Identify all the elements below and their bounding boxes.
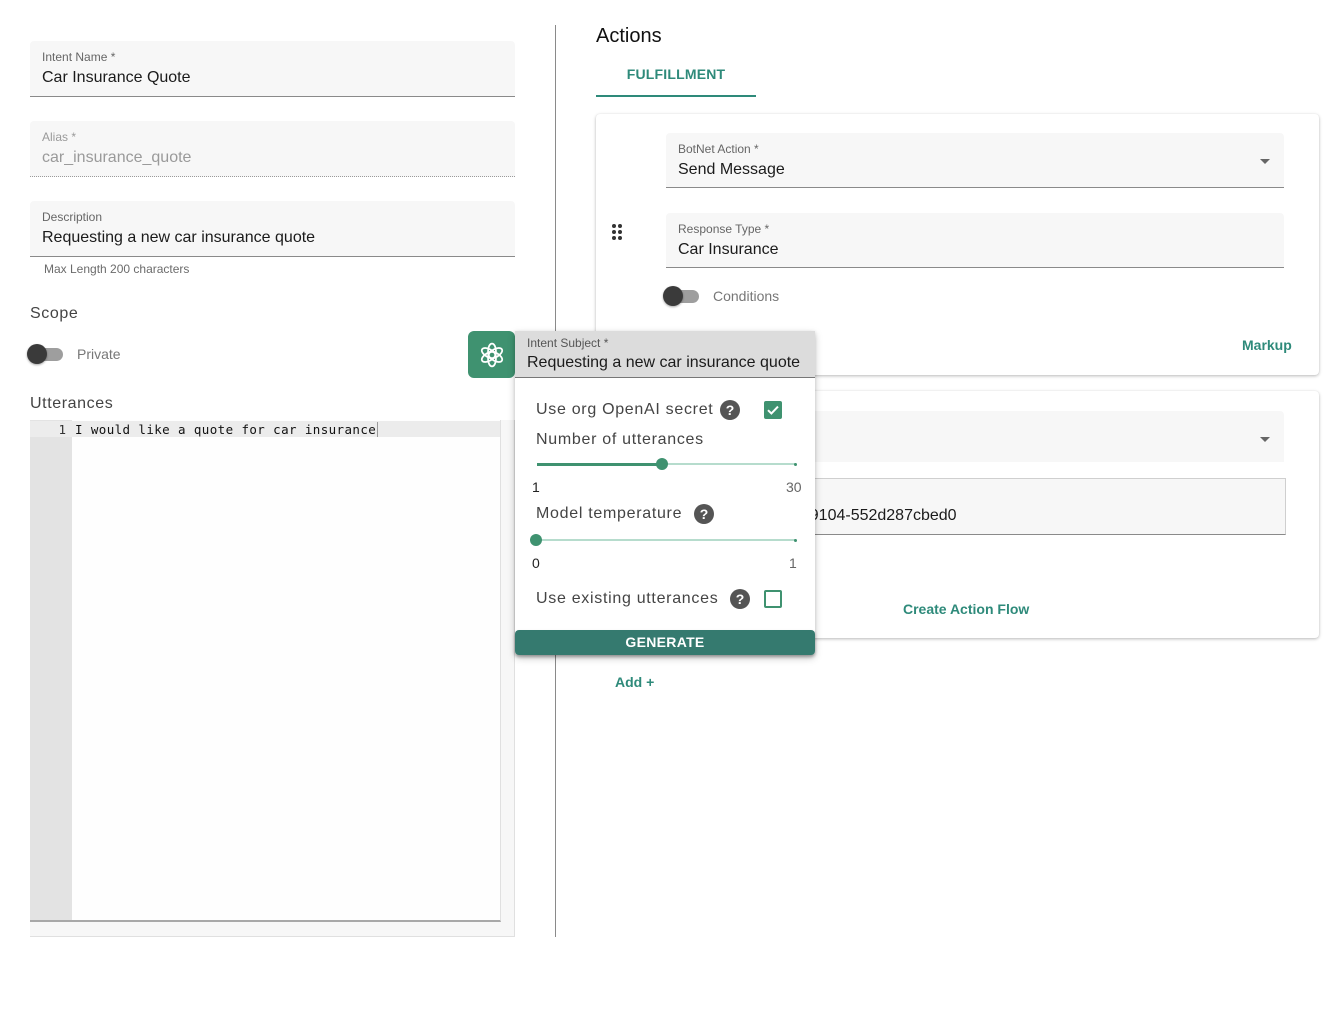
openai-generate-button[interactable] xyxy=(468,331,515,378)
editor-line[interactable]: 1 I would like a quote for car insurance xyxy=(30,421,500,437)
alias-value: car_insurance_quote xyxy=(42,149,192,166)
generate-button[interactable]: GENERATE xyxy=(515,630,815,655)
temperature-min: 0 xyxy=(532,555,540,571)
temperature-label: Model temperature xyxy=(536,505,683,522)
openai-logo-icon xyxy=(480,342,503,367)
utterance-generator-popover: Intent Subject * Requesting a new car in… xyxy=(515,331,815,655)
intent-name-label: Intent Name * xyxy=(42,50,116,64)
slider-end-tick xyxy=(794,462,797,466)
description-value[interactable]: Requesting a new car insurance quote xyxy=(42,229,315,247)
intent-name-field[interactable]: Intent Name * Car Insurance Quote xyxy=(30,41,515,97)
use-org-secret-label: Use org OpenAI secret xyxy=(536,401,714,418)
slider-end-tick xyxy=(794,538,797,542)
conditions-label: Conditions xyxy=(713,288,780,304)
utterances-editor-container: 1 I would like a quote for car insurance xyxy=(30,420,515,937)
slider-thumb[interactable] xyxy=(656,458,669,470)
alias-field: Alias * car_insurance_quote xyxy=(30,121,515,177)
text-cursor xyxy=(377,422,379,437)
tab-fulfillment[interactable]: FULFILLMENT xyxy=(596,55,756,97)
description-helper-text: Max Length 200 characters xyxy=(44,262,190,276)
temperature-slider[interactable] xyxy=(530,533,797,547)
tab-active-indicator xyxy=(596,95,756,97)
slider-fill xyxy=(537,462,663,466)
botnet-action-value: Send Message xyxy=(678,161,785,178)
num-utterances-slider[interactable] xyxy=(537,457,797,471)
slider-thumb[interactable] xyxy=(530,534,542,546)
botnet-action-select[interactable]: BotNet Action * Send Message xyxy=(666,133,1284,188)
use-existing-label: Use existing utterances xyxy=(536,590,719,607)
num-utterances-min: 1 xyxy=(532,479,540,495)
slider-rail xyxy=(536,539,796,541)
help-icon[interactable]: ? xyxy=(730,589,750,609)
description-field[interactable]: Description Requesting a new car insuran… xyxy=(30,201,515,257)
response-type-value: Car Insurance xyxy=(678,241,779,258)
actions-title: Actions xyxy=(596,25,662,47)
checkmark-icon xyxy=(767,405,779,415)
use-existing-checkbox[interactable] xyxy=(764,590,782,608)
editor-gutter xyxy=(30,420,72,920)
scope-private-label: Private xyxy=(77,346,121,362)
intent-subject-field[interactable]: Intent Subject * Requesting a new car in… xyxy=(515,331,815,378)
line-text[interactable]: I would like a quote for car insurance xyxy=(75,422,379,438)
add-action-button[interactable]: Add + xyxy=(615,674,654,690)
tab-fulfillment-label: FULFILLMENT xyxy=(626,66,726,82)
toggle-thumb xyxy=(663,286,683,306)
create-action-flow-button[interactable]: Create Action Flow xyxy=(903,601,1029,617)
botnet-action-label: BotNet Action * xyxy=(678,142,759,156)
utterances-title: Utterances xyxy=(30,395,114,412)
intent-subject-label: Intent Subject * xyxy=(527,336,609,350)
scope-private-toggle[interactable] xyxy=(27,343,65,365)
num-utterances-label: Number of utterances xyxy=(536,431,704,448)
chevron-down-icon xyxy=(1260,437,1270,442)
line-number: 1 xyxy=(58,422,66,437)
intent-subject-value[interactable]: Requesting a new car insurance quote xyxy=(527,354,800,372)
line-text-content: I would like a quote for car insurance xyxy=(75,422,377,437)
response-type-field[interactable]: Response Type * Car Insurance xyxy=(666,213,1284,268)
scope-title: Scope xyxy=(30,305,79,322)
temperature-max: 1 xyxy=(789,555,797,571)
response-type-label: Response Type * xyxy=(678,222,770,236)
drag-handle-icon[interactable] xyxy=(612,224,624,240)
intent-name-value[interactable]: Car Insurance Quote xyxy=(42,69,191,87)
help-icon[interactable]: ? xyxy=(720,400,740,420)
utterances-editor[interactable]: 1 I would like a quote for car insurance xyxy=(30,420,501,922)
toggle-thumb xyxy=(27,344,47,364)
description-label: Description xyxy=(42,210,103,224)
num-utterances-max: 30 xyxy=(786,479,802,495)
conditions-toggle[interactable] xyxy=(663,285,701,307)
use-org-secret-checkbox[interactable] xyxy=(764,401,782,419)
alias-label: Alias * xyxy=(42,130,77,144)
help-icon[interactable]: ? xyxy=(694,504,714,524)
chevron-down-icon xyxy=(1260,159,1270,164)
markup-button[interactable]: Markup xyxy=(1242,337,1292,353)
